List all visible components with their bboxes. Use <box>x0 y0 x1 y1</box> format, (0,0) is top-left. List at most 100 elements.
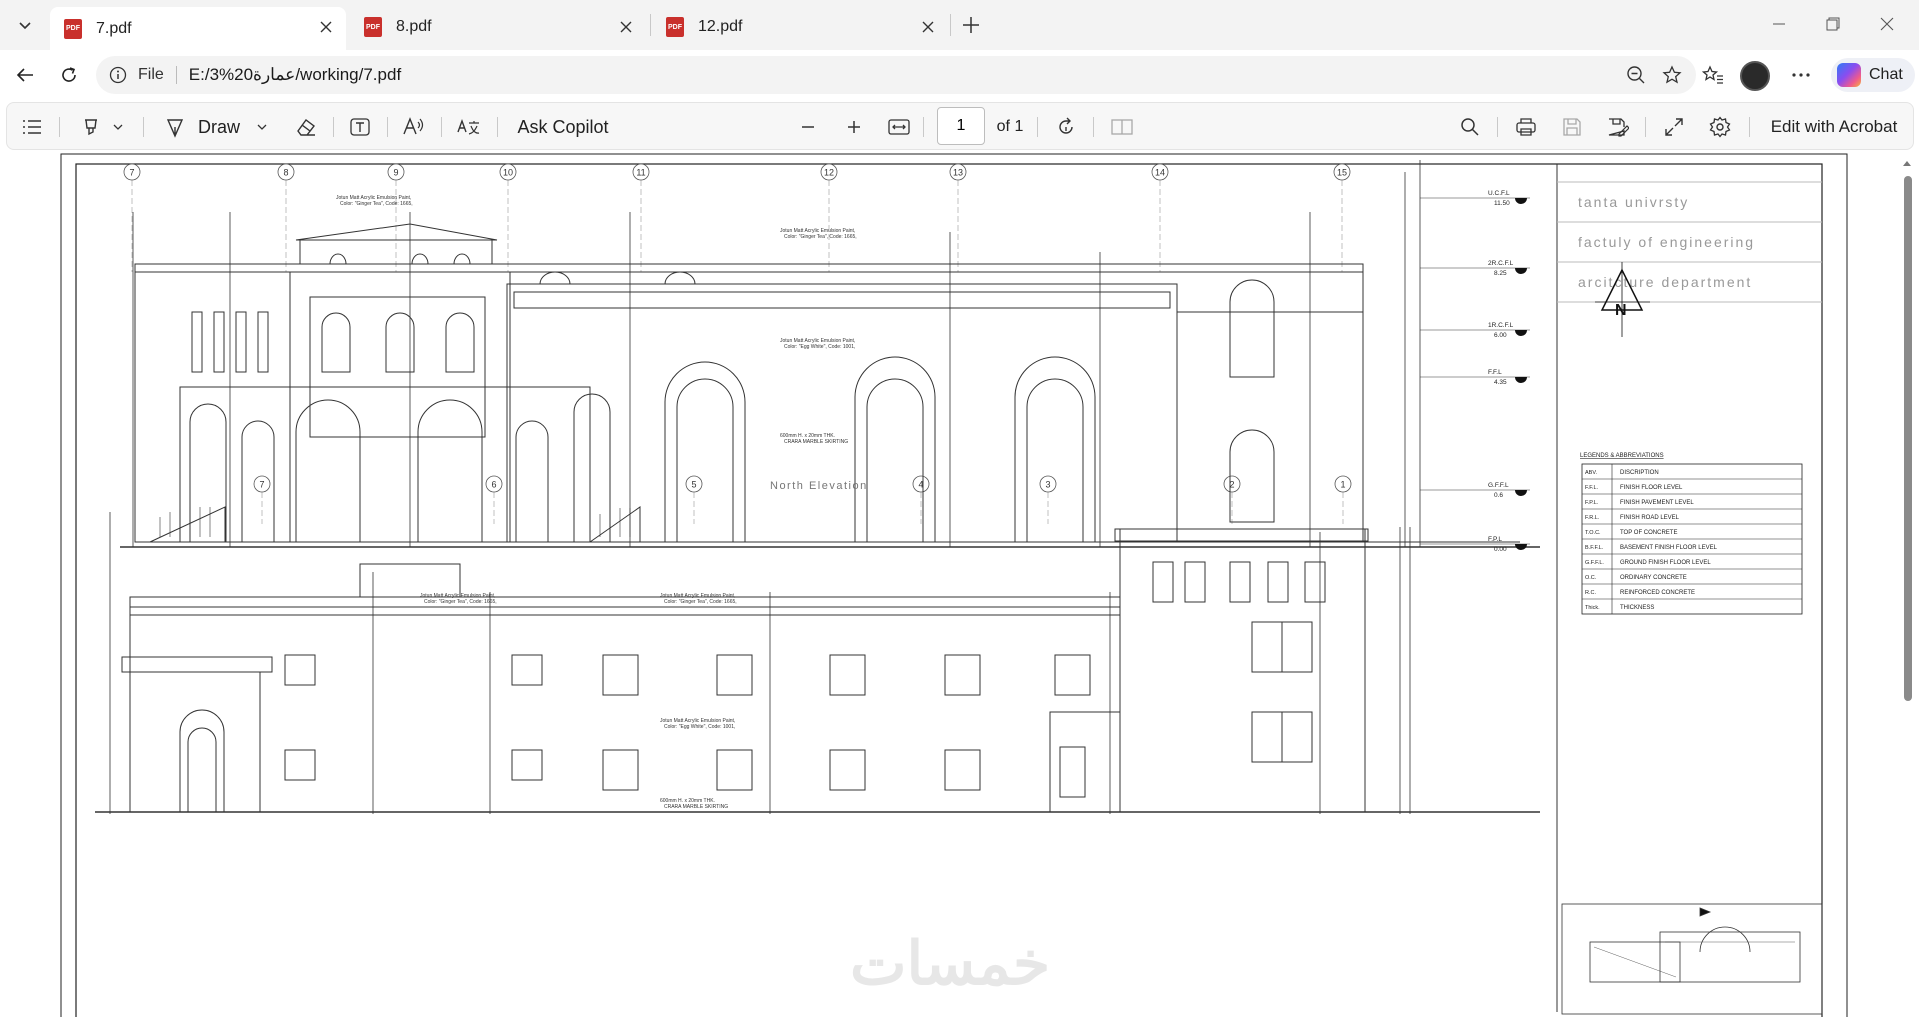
tab-actions-menu-button[interactable] <box>6 7 44 43</box>
printer-icon <box>1516 118 1536 136</box>
back-button[interactable] <box>8 58 42 92</box>
legend-title: LEGENDS & ABBREVIATIONS <box>1580 453 1664 459</box>
favorite-star-icon[interactable] <box>1654 65 1690 85</box>
legend-description: THICKNESS <box>1620 605 1654 611</box>
add-text-button[interactable] <box>345 111 375 143</box>
highlighter-icon <box>85 119 97 136</box>
contents-button[interactable] <box>17 111 47 143</box>
toolbar-divider <box>1497 117 1498 137</box>
tab-8-pdf[interactable]: PDF 8.pdf <box>350 7 646 47</box>
fit-to-width-button[interactable] <box>881 111 917 143</box>
rotate-icon <box>1059 117 1073 134</box>
zoom-out-icon[interactable] <box>1618 65 1654 85</box>
grid-axis-label: 1 <box>1340 480 1345 490</box>
more-dots-icon <box>1792 73 1810 77</box>
pdf-toolbar: Draw Ask Copilot of 1 <box>6 102 1914 150</box>
svg-text:Color: "Ginger Tea", Code: 166: Color: "Ginger Tea", Code: 1665, <box>424 599 497 605</box>
page-view-button[interactable] <box>1105 111 1139 143</box>
zoom-in-button[interactable] <box>837 111 871 143</box>
level-name: 1R.C.F.L <box>1488 322 1514 329</box>
read-aloud-button[interactable] <box>399 111 429 143</box>
full-screen-button[interactable] <box>1657 111 1691 143</box>
save-as-icon <box>1608 118 1629 137</box>
print-button[interactable] <box>1509 111 1543 143</box>
watermark: خمسات <box>850 930 1050 997</box>
legend-abbreviation: F.F.L. <box>1585 485 1599 491</box>
page-total-label: of 1 <box>996 118 1024 135</box>
level-value: 4.35 <box>1494 379 1507 386</box>
title-block-line-1: tanta univrsty <box>1578 194 1689 210</box>
pdf-file-icon: PDF <box>64 18 82 39</box>
pen-icon <box>166 119 184 138</box>
tab-divider <box>950 14 951 36</box>
more-options-button[interactable] <box>1784 58 1818 92</box>
address-bar[interactable]: File E:/3%20عمارة/working/7.pdf <box>96 56 1696 94</box>
level-value: 8.25 <box>1494 270 1507 277</box>
restore-window-button[interactable] <box>1810 8 1856 40</box>
save-button[interactable] <box>1555 111 1589 143</box>
vertical-scrollbar[interactable] <box>1901 158 1913 1013</box>
legend-abbreviation: ABV. <box>1585 470 1598 476</box>
site-info-icon[interactable] <box>108 65 128 85</box>
tab-12-pdf[interactable]: PDF 12.pdf <box>652 7 948 47</box>
highlight-button[interactable] <box>75 111 129 143</box>
legend-abbreviation: O.C. <box>1585 575 1597 581</box>
rotate-button[interactable] <box>1049 111 1083 143</box>
find-button[interactable] <box>1453 111 1487 143</box>
draw-button[interactable]: Draw <box>157 111 275 143</box>
title-block-line-3: arcitcture department <box>1578 274 1752 290</box>
chevron-down-icon <box>113 124 123 130</box>
level-name: U.C.F.L <box>1488 190 1510 197</box>
pdf-document-viewer[interactable]: 7 8 9 10 11 12 13 14 15 7654321 U.C.F.L … <box>0 152 1919 1017</box>
level-value: 0.6 <box>1494 492 1503 499</box>
level-name: 2R.C.F.L <box>1488 260 1514 267</box>
svg-text:Color: "Ginger Tea", Code: 166: Color: "Ginger Tea", Code: 1665, <box>664 599 737 605</box>
translate-button[interactable] <box>453 111 483 143</box>
scrollbar-thumb[interactable] <box>1904 176 1912 701</box>
grid-axis-label: 3 <box>1045 480 1050 490</box>
scroll-up-icon[interactable] <box>1901 158 1913 168</box>
page-number-input[interactable] <box>937 107 985 145</box>
svg-text:CRARA MARBLE SKIRTING: CRARA MARBLE SKIRTING <box>784 439 848 445</box>
tab-7-pdf[interactable]: PDF 7.pdf <box>50 7 346 50</box>
back-arrow-icon <box>16 68 33 82</box>
close-tab-icon[interactable] <box>316 17 336 37</box>
new-tab-button[interactable] <box>956 10 986 40</box>
edit-with-acrobat-button[interactable]: Edit with Acrobat <box>1763 111 1905 143</box>
close-window-button[interactable] <box>1864 8 1910 40</box>
grid-axis-label: 14 <box>1155 168 1165 178</box>
grid-axis-label: 7 <box>129 168 134 178</box>
ask-copilot-button[interactable]: Ask Copilot <box>511 111 615 143</box>
read-aloud-icon <box>403 117 424 135</box>
grid-axis-label: 5 <box>691 480 696 490</box>
refresh-button[interactable] <box>52 58 86 92</box>
tab-strip: PDF 7.pdf PDF 8.pdf PDF 12.pdf <box>0 0 1919 50</box>
erase-button[interactable] <box>291 111 321 143</box>
close-tab-icon[interactable] <box>918 17 938 37</box>
level-value: 11.50 <box>1494 200 1510 207</box>
legend-description: BASEMENT FINISH FLOOR LEVEL <box>1620 545 1718 551</box>
profile-avatar[interactable] <box>1740 61 1770 91</box>
navigation-bar: File E:/3%20عمارة/working/7.pdf Chat <box>0 50 1919 100</box>
two-page-view-icon <box>1111 119 1133 135</box>
save-as-button[interactable] <box>1601 111 1635 143</box>
close-tab-icon[interactable] <box>616 17 636 37</box>
toolbar-divider <box>1093 117 1094 137</box>
plus-icon <box>848 121 860 133</box>
url-text[interactable]: E:/3%20عمارة/working/7.pdf <box>189 65 401 85</box>
minimize-window-button[interactable] <box>1756 8 1802 40</box>
copilot-chat-button[interactable]: Chat <box>1831 58 1915 92</box>
settings-button[interactable] <box>1703 111 1737 143</box>
grid-axis-label: 6 <box>491 480 496 490</box>
svg-text:Color: "Ginger Tea", Code: 166: Color: "Ginger Tea", Code: 1665, <box>784 234 857 240</box>
url-divider <box>175 66 177 84</box>
tab-title: 12.pdf <box>698 18 743 35</box>
grid-axis-label: 15 <box>1337 168 1347 178</box>
favorites-button[interactable] <box>1696 58 1730 92</box>
toolbar-divider <box>1749 117 1750 137</box>
svg-text:Color: "Egg White", Code: 1001: Color: "Egg White", Code: 1001, <box>784 344 855 350</box>
fit-width-icon <box>888 119 910 135</box>
pdf-file-icon: PDF <box>364 17 382 37</box>
grid-axis-label: 11 <box>636 168 645 178</box>
zoom-out-button[interactable] <box>791 111 825 143</box>
